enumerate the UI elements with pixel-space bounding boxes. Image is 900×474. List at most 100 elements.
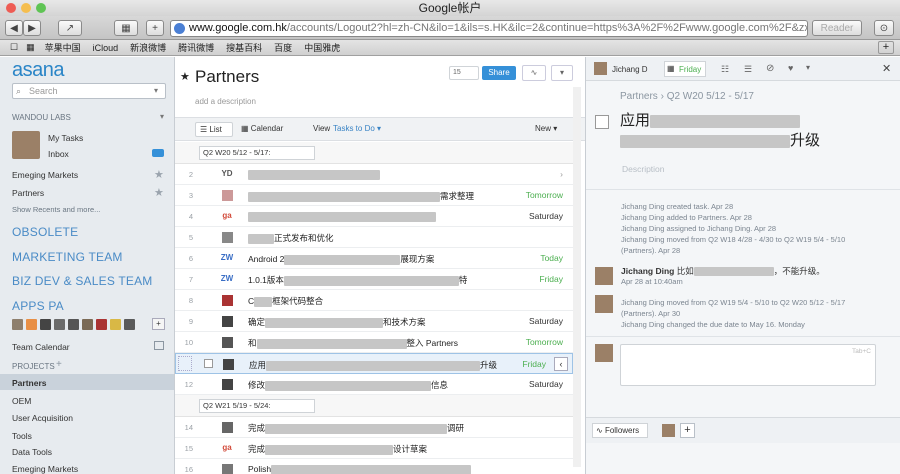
avatar[interactable] [595,295,613,313]
reading-list-icon[interactable]: ☐ [10,42,18,53]
due-date[interactable]: Friday [539,274,563,284]
table-row[interactable]: 9 确定 和技术方案 Saturday [175,311,573,332]
address-bar[interactable]: www.google.com.hk/accounts/Logout2?hl=zh… [170,20,808,37]
inbox-link[interactable]: Inbox [48,149,69,159]
project-title[interactable]: Partners [195,67,259,87]
my-tasks-link[interactable]: My Tasks [48,133,83,143]
table-row[interactable]: 12 修改 信息 Saturday [175,374,573,395]
description-field[interactable]: Description [622,164,665,174]
chevron-right-icon[interactable]: › [560,169,563,179]
avatar[interactable] [96,319,107,330]
tasks-filter-dropdown[interactable]: Tasks to Do ▾ [333,124,381,133]
table-row[interactable]: 14 完成 调研 [175,417,573,438]
chevron-down-icon[interactable]: ▾ [806,63,810,72]
bookmark-item[interactable]: 中国雅虎 [304,41,340,54]
avatar[interactable] [662,424,675,437]
table-row[interactable]: 7 ZW 1.0.1版本 特 Friday [175,269,573,290]
bookmark-item[interactable]: 百度 [274,41,292,54]
table-row[interactable]: 2 YD › [175,164,573,185]
table-row[interactable]: 10 和 整入 Partners Tomorrow [175,332,573,353]
drag-handle-icon[interactable] [178,356,192,371]
rss-icon[interactable]: ∿ [522,65,546,81]
project-tools[interactable]: Tools [12,431,32,441]
window-controls[interactable] [6,3,46,13]
avatar[interactable] [222,316,233,327]
favorite-project[interactable]: Emeging Markets [12,170,78,180]
due-date[interactable]: Saturday [529,211,563,221]
calendar-icon[interactable] [154,341,164,350]
avatar[interactable] [82,319,93,330]
assignee-initials[interactable]: ga [215,443,239,452]
avatar[interactable] [222,379,233,390]
complete-checkbox[interactable] [595,115,609,129]
workspace-name[interactable]: WANDOU LABS [12,113,71,122]
avatar[interactable] [12,319,23,330]
assignee-name[interactable]: Jichang D [612,65,648,74]
team-marketing[interactable]: MARKETING TEAM [12,250,123,264]
favorite-project[interactable]: Partners [12,188,44,198]
task-title-field[interactable]: 应用 升级 [620,111,890,151]
team-calendar-link[interactable]: Team Calendar [12,342,70,352]
zoom-window-icon[interactable] [36,3,46,13]
chevron-down-icon[interactable]: ▾ [154,86,158,95]
avatar[interactable] [222,337,233,348]
section-header[interactable]: Q2 W21 5/19 - 5/24: [175,395,573,417]
table-row[interactable]: 16 Polish [175,459,573,474]
team-bizdev[interactable]: BIZ DEV & SALES TEAM [12,274,153,288]
scrollbar[interactable] [573,87,581,467]
reader-button[interactable]: Reader [812,20,862,36]
avatar[interactable] [68,319,79,330]
bookmark-item[interactable]: 苹果中国 [45,41,81,54]
table-row[interactable]: 3 需求整理 Tomorrow [175,185,573,206]
avatar[interactable] [222,464,233,474]
avatar[interactable] [222,232,233,243]
due-date[interactable]: Saturday [529,316,563,326]
due-date[interactable]: Tomorrow [526,190,563,200]
bookmark-item[interactable]: 新浪微博 [130,41,166,54]
avatar[interactable] [594,62,607,75]
comment-input[interactable]: Tab+C [620,344,876,386]
project-data-tools[interactable]: Data Tools [12,447,52,457]
downloads-icon[interactable]: ⊙ [874,20,894,36]
new-dropdown[interactable]: New ▾ [535,124,557,133]
avatar[interactable] [222,295,233,306]
project-description[interactable]: add a description [195,97,256,106]
project-oem[interactable]: OEM [12,396,31,406]
close-icon[interactable]: ✕ [882,62,891,75]
avatar[interactable] [110,319,121,330]
table-row[interactable]: 8 C 框架代码整合 [175,290,573,311]
avatar[interactable] [54,319,65,330]
breadcrumb-project[interactable]: Partners [620,91,658,102]
new-tab-icon[interactable]: + [878,41,894,54]
forward-icon[interactable]: ▶ [23,20,41,36]
project-user-acquisition[interactable]: User Acquisition [12,413,73,423]
table-row[interactable]: 5 正式发布和优化 [175,227,573,248]
team-apps-pa[interactable]: APPS PA [12,299,64,313]
avatar[interactable] [222,190,233,201]
due-date-field[interactable]: Friday [679,65,701,74]
project-emeging-markets[interactable]: Emeging Markets [12,464,78,474]
assignee-initials[interactable]: ga [215,211,239,220]
table-row[interactable]: 6 ZW Android 2 展现方案 Today [175,248,573,269]
chevron-down-icon[interactable]: ▾ [551,65,573,81]
assignee-initials[interactable]: ZW [215,274,239,283]
minimize-window-icon[interactable] [21,3,31,13]
avatar[interactable] [595,267,613,285]
add-bookmark-icon[interactable]: + [146,20,164,36]
tab-list[interactable]: ☰ List [195,122,233,137]
avatar[interactable] [12,131,40,159]
table-row[interactable]: 15 ga 完成 设计草案 [175,438,573,459]
star-icon[interactable]: ★ [154,186,164,199]
avatar[interactable] [223,359,234,370]
subtask-icon[interactable]: ☰ [744,64,752,75]
due-date[interactable]: Tomorrow [526,337,563,347]
due-date[interactable]: Today [540,253,563,263]
back-icon[interactable]: ◀ [5,20,23,36]
top-sites-grid-icon[interactable]: ▦ [26,42,35,53]
share-page-icon[interactable]: ↗ [58,20,82,36]
followers-button[interactable]: ∿ Followers [592,423,648,438]
due-date[interactable]: Saturday [529,379,563,389]
close-window-icon[interactable] [6,3,16,13]
heart-icon[interactable]: ♥ [788,63,793,73]
tab-calendar[interactable]: ▦ Calendar [241,124,283,133]
